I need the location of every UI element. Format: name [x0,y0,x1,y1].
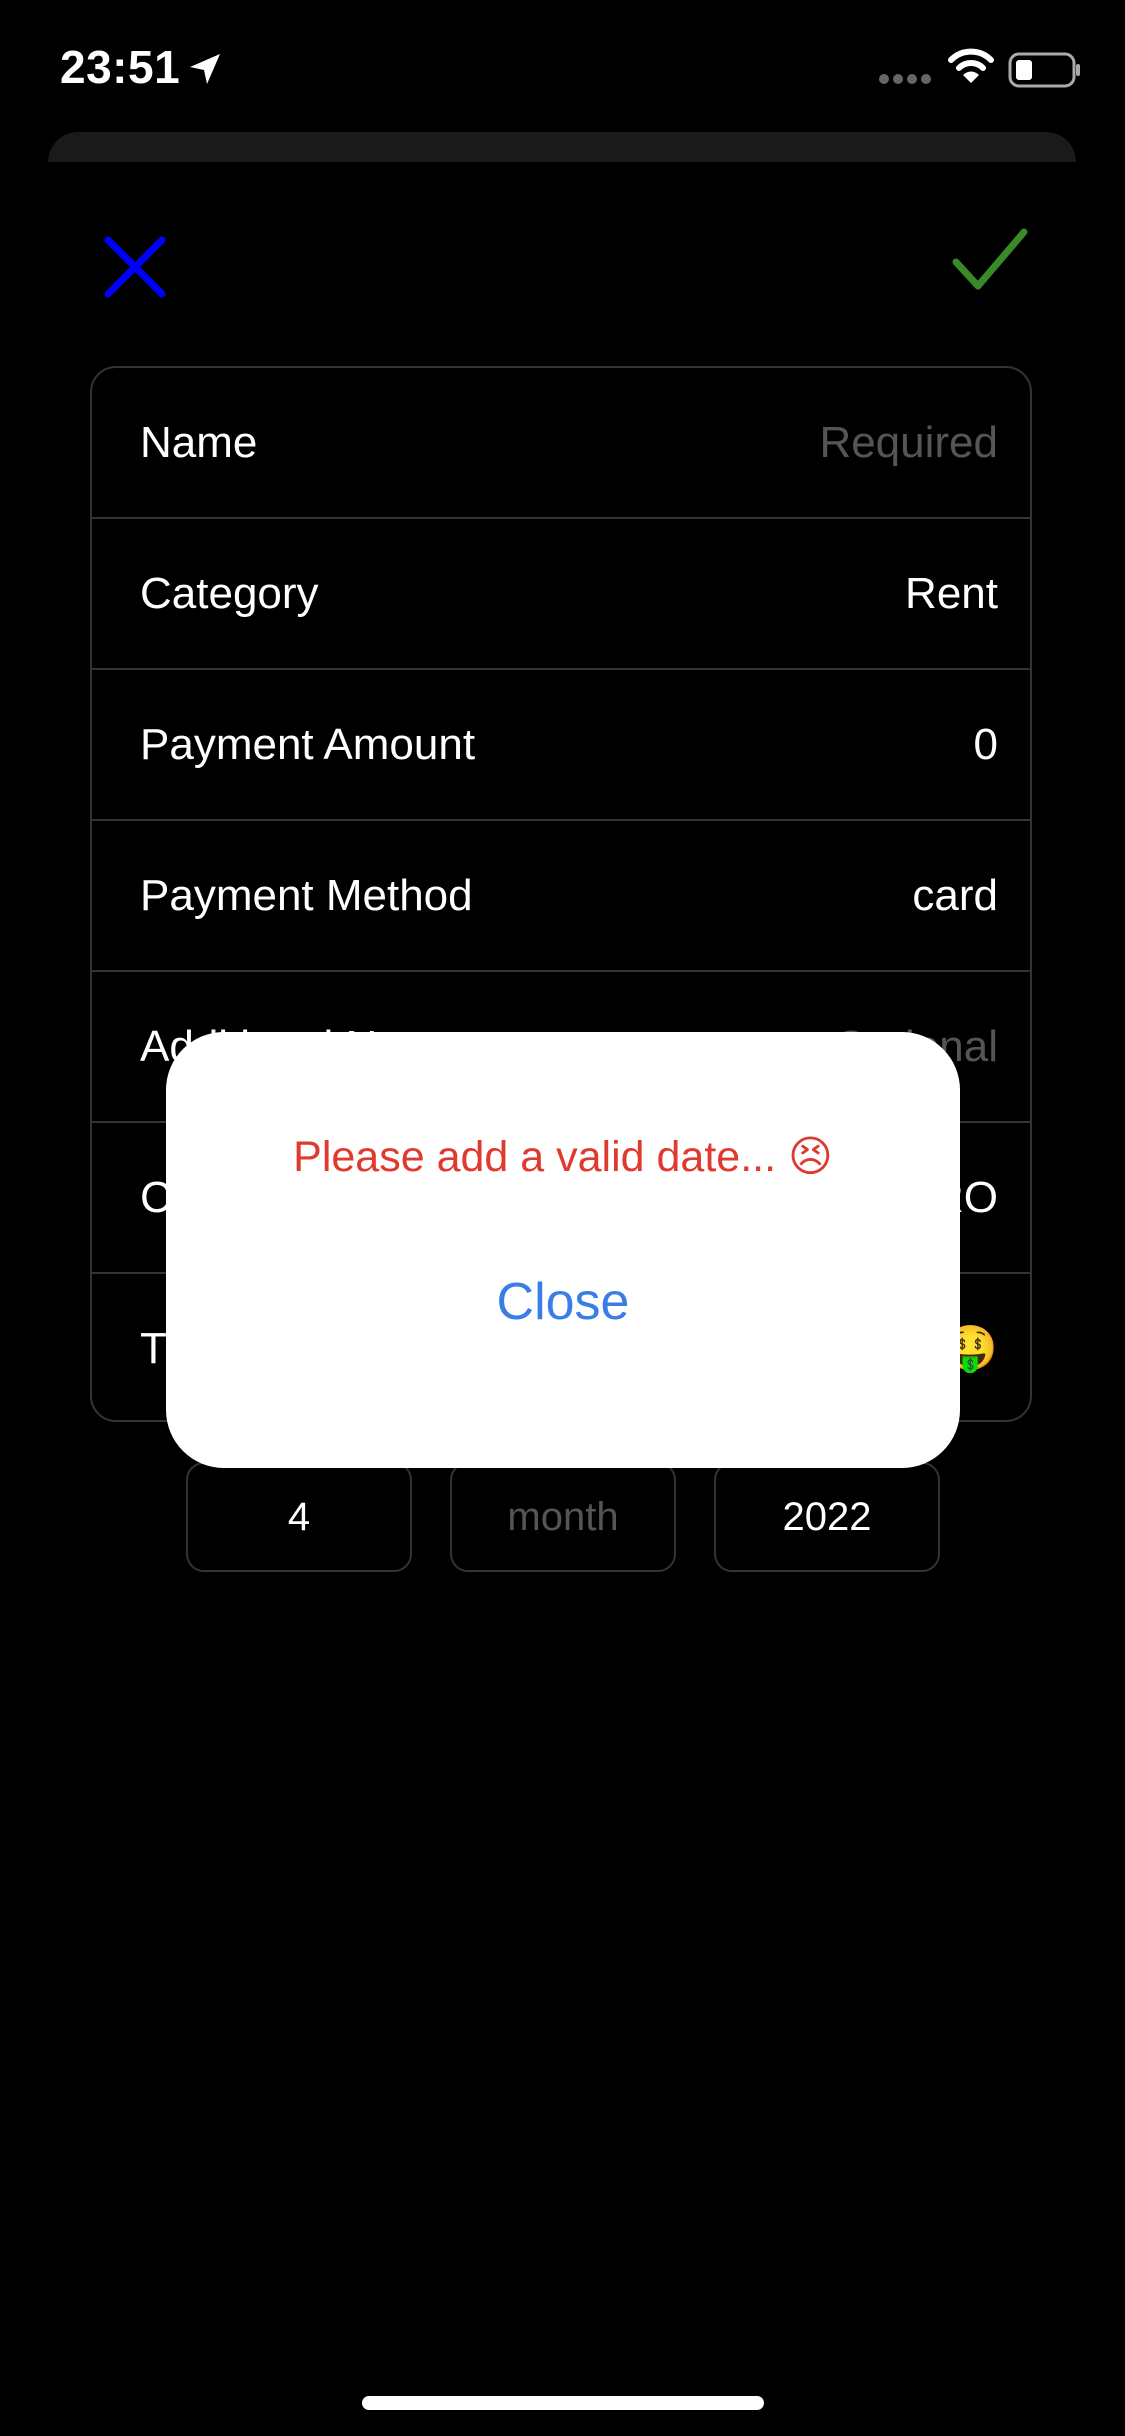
validation-alert: Please add a valid date... 😣 Close [166,1032,960,1468]
cellular-signal-icon [878,72,934,90]
sheet-top-edge [48,132,1076,162]
status-time: 23:51 [60,41,181,93]
row-label: Payment Amount [140,720,476,769]
alert-message: Please add a valid date... 😣 [293,1133,833,1181]
form-row-payment-method[interactable]: Payment Method card [92,821,1030,972]
name-input[interactable]: Required [819,368,998,517]
close-x-icon[interactable] [100,232,170,302]
row-label: T [140,1324,167,1373]
wifi-icon [948,48,994,89]
row-label: Category [140,569,319,618]
battery-icon [1008,52,1082,93]
row-label: Payment Method [140,871,473,920]
form-row-name[interactable]: Name Required [92,368,1030,519]
category-value[interactable]: Rent [905,519,998,668]
month-input[interactable]: month [450,1462,676,1572]
day-input[interactable]: 4 [186,1462,412,1572]
payment-method-value[interactable]: card [912,821,998,970]
row-label: Name [140,418,258,467]
payment-amount-input[interactable]: 0 [974,670,998,819]
location-arrow-icon [188,52,222,91]
form-row-category[interactable]: Category Rent [92,519,1030,670]
home-indicator[interactable] [362,2396,764,2410]
year-input[interactable]: 2022 [714,1462,940,1572]
form-row-payment-amount[interactable]: Payment Amount 0 [92,670,1030,821]
status-bar: 23:51 [0,0,1125,130]
close-button[interactable]: Close [166,1272,960,1332]
checkmark-icon[interactable] [952,228,1028,292]
